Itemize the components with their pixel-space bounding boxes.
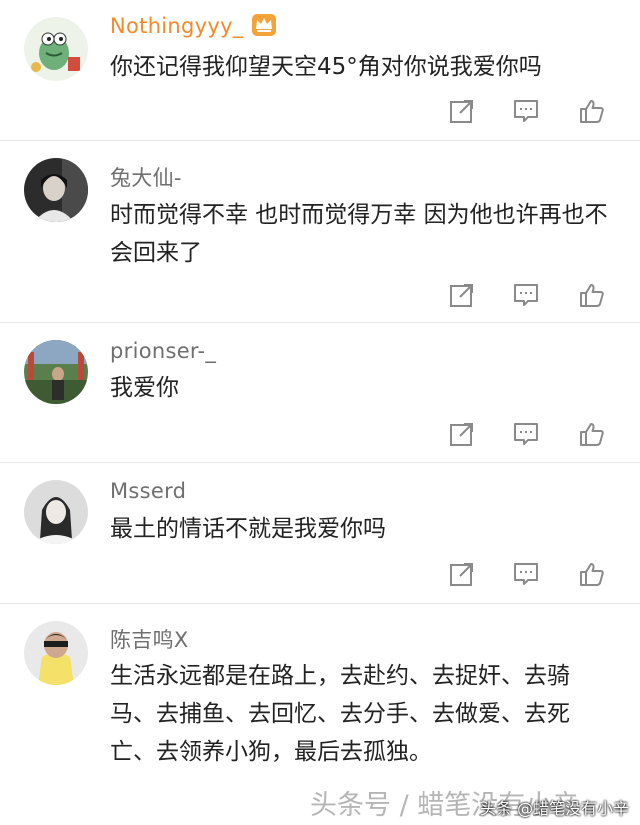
- comment-icon: [514, 100, 538, 122]
- comment-button[interactable]: [512, 97, 540, 125]
- comment-item: prionser-_ 我爱你: [0, 323, 640, 463]
- share-icon: [450, 563, 473, 586]
- username[interactable]: 兔大仙-: [110, 162, 182, 192]
- like-button[interactable]: [578, 281, 606, 309]
- avatar[interactable]: [24, 621, 88, 685]
- comment-actions: [448, 420, 618, 448]
- avatar[interactable]: [24, 480, 88, 544]
- comment-text: 时而觉得不幸 也时而觉得万幸 因为他也许再也不会回来了: [110, 202, 608, 266]
- share-icon: [450, 284, 473, 307]
- share-button[interactable]: [448, 560, 476, 588]
- like-button[interactable]: [578, 97, 606, 125]
- comment-actions: [448, 281, 618, 309]
- username[interactable]: Msserd: [110, 479, 186, 503]
- like-icon: [580, 284, 604, 307]
- comment-actions: [448, 97, 618, 125]
- comment-button[interactable]: [512, 560, 540, 588]
- avatar[interactable]: [24, 158, 88, 222]
- share-button[interactable]: [448, 281, 476, 309]
- username[interactable]: 陈吉鸣X: [110, 624, 189, 654]
- like-icon: [580, 423, 604, 446]
- comment-text: 你还记得我仰望天空45°角对你说我爱你吗: [110, 54, 542, 80]
- username[interactable]: Nothingyyy_: [110, 14, 244, 38]
- comment-text: 最土的情话不就是我爱你吗: [110, 516, 386, 542]
- comment-text: 生活永远都是在路上，去赴约、去捉奸、去骑马、去捕鱼、去回忆、去分手、去做爱、去死…: [110, 663, 570, 765]
- share-button[interactable]: [448, 97, 476, 125]
- avatar[interactable]: [24, 17, 88, 81]
- avatar[interactable]: [24, 340, 88, 404]
- comment-actions: [448, 560, 618, 588]
- comment-icon: [514, 284, 538, 306]
- comment-icon: [514, 423, 538, 445]
- comment-button[interactable]: [512, 281, 540, 309]
- crown-icon: [250, 12, 278, 42]
- comment-text: 我爱你: [110, 375, 179, 401]
- watermark-small: 头条 @蜡笔没有小辛: [480, 799, 630, 818]
- comment-item: Msserd 最土的情话不就是我爱你吗: [0, 463, 640, 604]
- like-icon: [580, 100, 604, 123]
- share-icon: [450, 100, 473, 123]
- comment-button[interactable]: [512, 420, 540, 448]
- comment-item: Nothingyyy_ 你还记得我仰望天空45°角对你说我爱你吗: [0, 0, 640, 141]
- comment-icon: [514, 563, 538, 585]
- share-icon: [450, 423, 473, 446]
- comment-item: 兔大仙- 时而觉得不幸 也时而觉得万幸 因为他也许再也不会回来了: [0, 141, 640, 323]
- like-button[interactable]: [578, 560, 606, 588]
- like-icon: [580, 563, 604, 586]
- like-button[interactable]: [578, 420, 606, 448]
- username[interactable]: prionser-_: [110, 339, 216, 363]
- share-button[interactable]: [448, 420, 476, 448]
